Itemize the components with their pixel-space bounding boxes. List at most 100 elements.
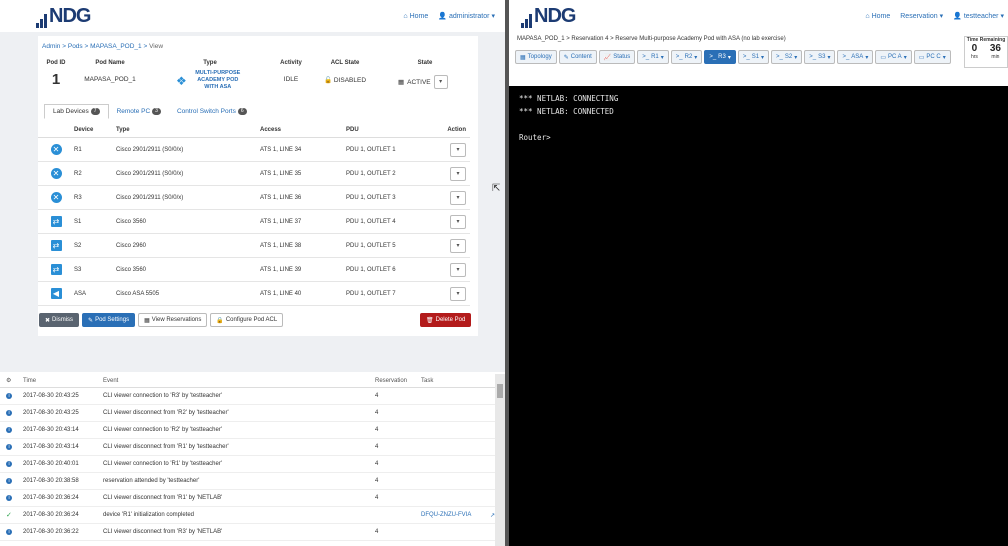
check-icon: ✓ — [6, 512, 12, 519]
toolbar-label: S2 — [784, 54, 793, 60]
device-action-dropdown[interactable]: ▾ — [450, 166, 466, 181]
unlock-icon: 🔓 — [323, 77, 333, 84]
toolbar-s1-button[interactable]: >_ S1 ▾ — [737, 50, 770, 64]
device-access: ATS 1, LINE 38 — [260, 242, 302, 249]
toolbar-label: PC C — [926, 54, 941, 60]
scrollbar-thumb[interactable] — [497, 384, 503, 398]
acl-state-value: 🔓 DISABLED — [323, 77, 367, 84]
device-action-dropdown[interactable]: ▾ — [450, 214, 466, 229]
trash-icon: 🗑 — [426, 317, 434, 324]
device-action-cell: ▾ — [438, 214, 470, 229]
device-type: Cisco ASA 5505 — [116, 290, 160, 297]
pod-tabs: Lab Devices 7 Remote PC 3 Control Switch P… — [44, 104, 255, 119]
console-icon: >_ — [675, 54, 683, 60]
ndg-logo[interactable]: NDG — [36, 5, 91, 28]
settings-icon[interactable]: ⚙ — [6, 377, 16, 384]
pod-id-header: Pod ID — [46, 60, 66, 66]
view-reservations-button[interactable]: ▦ View Reservations — [138, 313, 208, 327]
breadcrumb-admin[interactable]: Admin — [42, 43, 60, 50]
ndg-logo[interactable]: NDG — [521, 5, 576, 28]
device-action-dropdown[interactable]: ▾ — [450, 142, 466, 157]
toolbar-r1-button[interactable]: >_ R1 ▾ — [637, 50, 669, 64]
device-toolbar: ▦ Topology ✎ Content 📈 Status >_ R1 ▾ >_ R2 ▾ >_ R3 ▾ >… — [509, 48, 1008, 86]
event-icon-cell: i — [6, 410, 16, 416]
terminal-console[interactable]: *** NETLAB: CONNECTING *** NETLAB: CONNEC… — [509, 86, 1008, 546]
breadcrumb-pods[interactable]: Pods — [68, 43, 83, 50]
event-row: i 2017-08-30 20:38:58 reservation attended… — [0, 473, 495, 490]
event-text: CLI viewer disconnect from 'R1' by 'test… — [103, 444, 229, 450]
left-topbar: NDG ⌂ Home 👤 administrator ▾ — [0, 0, 505, 32]
tab-lab-devices[interactable]: Lab Devices 7 — [44, 104, 109, 119]
tab-remote-pc[interactable]: Remote PC 3 — [109, 104, 169, 119]
event-time: 2017-08-30 20:43:25 — [23, 393, 79, 399]
device-icon-cell: ✕ — [38, 168, 74, 179]
home-link[interactable]: ⌂ Home — [403, 12, 428, 20]
event-log-scrollbar[interactable] — [495, 374, 505, 546]
toolbar-s2-button[interactable]: >_ S2 ▾ — [771, 50, 803, 64]
admin-pod-view-window: NDG ⌂ Home 👤 administrator ▾ Admin > Pods >… — [0, 0, 505, 546]
state-dropdown-button[interactable]: ▾ — [433, 75, 448, 89]
toolbar-content-button[interactable]: ✎ Content — [558, 50, 597, 64]
event-icon-cell: i — [6, 461, 16, 467]
edit-icon: ✎ — [88, 317, 94, 324]
switch-icon: ⇄ — [50, 264, 62, 275]
event-row: i 2017-08-30 20:36:24 CLI viewer disconnec… — [0, 490, 495, 507]
device-icon-cell: ⇄ — [38, 240, 74, 251]
caret-down-icon: ▾ — [761, 54, 765, 61]
caret-down-icon: ▾ — [942, 54, 946, 61]
reservation-menu[interactable]: Reservation ▾ — [900, 12, 943, 21]
caret-down-icon: ▾ — [694, 54, 698, 61]
toolbar-s3-button[interactable]: >_ S3 ▾ — [804, 50, 836, 64]
caret-down-icon: ▾ — [727, 54, 731, 61]
device-action-cell: ▾ — [438, 166, 470, 181]
device-name: S3 — [74, 266, 82, 273]
toolbar-pc-a-button[interactable]: ▭ PC A ▾ — [875, 50, 912, 64]
user-menu[interactable]: 👤 testteacher ▾ — [953, 12, 1004, 21]
toolbar-label: R3 — [718, 54, 726, 60]
content-icon: ✎ — [563, 54, 569, 61]
state-header: State — [417, 60, 433, 66]
caret-down-icon: ▾ — [827, 54, 831, 61]
toolbar-r2-button[interactable]: >_ R2 ▾ — [670, 50, 703, 64]
console-icon: >_ — [776, 54, 783, 60]
device-action-dropdown[interactable]: ▾ — [450, 262, 466, 277]
toolbar-label: Topology — [527, 54, 552, 60]
toolbar-r3-button[interactable]: >_ R3 ▾ — [704, 50, 736, 64]
user-menu[interactable]: 👤 administrator ▾ — [438, 12, 495, 21]
device-pdu: PDU 1, OUTLET 5 — [346, 242, 396, 249]
dismiss-button[interactable]: ✖ Dismiss — [39, 313, 80, 327]
device-action-dropdown[interactable]: ▾ — [450, 190, 466, 205]
toolbar-asa-button[interactable]: >_ ASA ▾ — [837, 50, 874, 64]
tab-control-switch-ports[interactable]: Control Switch Ports 6 — [169, 104, 255, 119]
toolbar-pc-c-button[interactable]: ▭ PC C ▾ — [913, 50, 951, 64]
device-action-cell: ▾ — [438, 262, 470, 277]
event-reservation: 4 — [375, 461, 379, 467]
device-type: Cisco 2960 — [116, 242, 147, 249]
device-access: ATS 1, LINE 36 — [260, 194, 302, 201]
toolbar-topology-button[interactable]: ▦ Topology — [515, 50, 557, 64]
device-type: Cisco 3560 — [116, 266, 147, 273]
device-name: R2 — [74, 170, 82, 177]
breadcrumb-pod[interactable]: MAPASA_POD_1 — [90, 43, 142, 50]
pod-actions: ✖ Dismiss ✎ Pod Settings ▦ View Reservation… — [39, 313, 284, 327]
event-row: i 2017-08-30 20:36:22 CLI viewer disconnec… — [0, 524, 495, 541]
toolbar-label: S1 — [751, 54, 760, 60]
event-icon-cell: i — [6, 495, 16, 501]
device-action-dropdown[interactable]: ▾ — [450, 238, 466, 253]
info-icon: i — [6, 529, 12, 535]
pod-settings-button[interactable]: ✎ Pod Settings — [82, 313, 136, 327]
event-text: CLI viewer disconnect from 'R1' by 'NETL… — [103, 495, 223, 501]
home-link[interactable]: ⌂ Home — [865, 12, 890, 20]
info-icon: i — [6, 478, 12, 484]
device-action-dropdown[interactable]: ▾ — [450, 286, 466, 301]
toolbar-status-button[interactable]: 📈 Status — [598, 50, 636, 64]
table-row: ⇄ S1 Cisco 3560 ATS 1, LINE 37 PDU 1, OUTLET… — [38, 210, 470, 234]
event-task-link[interactable]: DFQU-ZNZU-FVIA — [421, 512, 490, 518]
event-time: 2017-08-30 20:36:22 — [23, 529, 79, 535]
device-pdu: PDU 1, OUTLET 1 — [346, 146, 396, 153]
delete-pod-button[interactable]: 🗑 Delete Pod — [420, 313, 472, 327]
event-text: CLI viewer connection to 'R3' by 'testte… — [103, 393, 222, 399]
event-time: 2017-08-30 20:36:24 — [23, 495, 79, 501]
logo-bars-icon — [36, 13, 48, 28]
configure-pod-acl-button[interactable]: 🔒 Configure Pod ACL — [210, 313, 284, 327]
